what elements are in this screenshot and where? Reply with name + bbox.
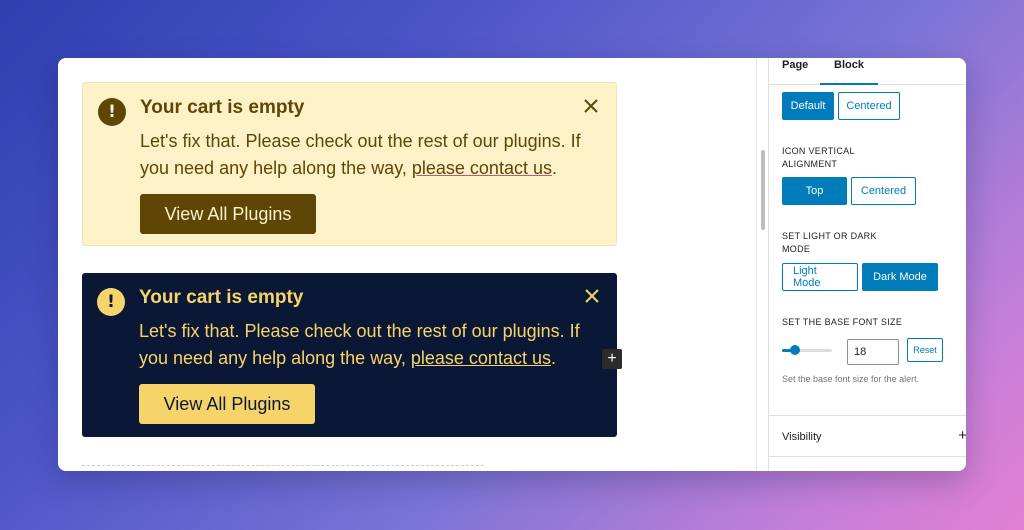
divider (769, 415, 966, 416)
icon-alignment-label: ICON VERTICAL ALIGNMENT (782, 146, 855, 169)
style-centered-button[interactable]: Centered (838, 92, 900, 120)
alert-text-end: . (551, 158, 557, 178)
sidebar-tabs: Page Block (769, 58, 966, 85)
alert-title: Your cart is empty (139, 287, 304, 308)
view-all-plugins-button[interactable]: View All Plugins (140, 194, 316, 234)
alert-light[interactable]: ! Your cart is empty Let's fix that. Ple… (82, 82, 617, 246)
exclamation-icon: ! (97, 288, 125, 316)
theme-label: SET LIGHT OR DARK MODE (782, 231, 877, 254)
font-size-input[interactable]: 18 (847, 339, 899, 365)
scrollbar-thumb[interactable] (761, 150, 765, 230)
alert-title: Your cart is empty (140, 97, 305, 118)
alert-dark[interactable]: ! Your cart is empty Let's fix that. Ple… (82, 273, 622, 437)
close-icon[interactable] (582, 97, 600, 115)
plus-icon[interactable]: + (958, 427, 966, 444)
tab-page[interactable]: Page (782, 58, 808, 83)
font-size-label: SET THE BASE FONT SIZE (782, 317, 903, 327)
tab-block[interactable]: Block (820, 58, 878, 85)
block-placeholder-divider (82, 465, 484, 466)
visibility-panel-title[interactable]: Visibility (782, 431, 822, 443)
add-block-icon[interactable]: + (602, 349, 622, 369)
close-icon[interactable] (583, 287, 601, 305)
editor-canvas: ! Your cart is empty Let's fix that. Ple… (58, 58, 756, 471)
align-centered-button[interactable]: Centered (851, 177, 916, 205)
contact-link[interactable]: please contact us (412, 158, 552, 178)
contact-link[interactable]: please contact us (411, 348, 551, 368)
divider (769, 456, 966, 457)
dark-mode-button[interactable]: Dark Mode (862, 263, 938, 291)
icon-alignment-group: Top Centered (782, 177, 916, 205)
reset-button[interactable]: Reset (907, 338, 943, 362)
font-size-slider-handle[interactable] (790, 345, 800, 355)
exclamation-icon: ! (98, 98, 126, 126)
align-top-button[interactable]: Top (782, 177, 847, 205)
settings-sidebar: Page Block Default Centered ICON VERTICA… (768, 58, 966, 471)
light-mode-button[interactable]: Light Mode (782, 263, 858, 291)
style-default-button[interactable]: Default (782, 92, 834, 120)
theme-group: Light Mode Dark Mode (782, 263, 938, 291)
style-button-group: Default Centered (782, 92, 900, 120)
alert-text-end: . (550, 348, 556, 368)
view-all-plugins-button[interactable]: View All Plugins (139, 384, 315, 424)
font-size-help: Set the base font size for the alert. (782, 374, 920, 384)
alert-body: Let's fix that. Please check out the res… (140, 128, 610, 182)
editor-window: ! Your cart is empty Let's fix that. Ple… (58, 58, 966, 471)
alert-body: Let's fix that. Please check out the res… (139, 318, 609, 372)
